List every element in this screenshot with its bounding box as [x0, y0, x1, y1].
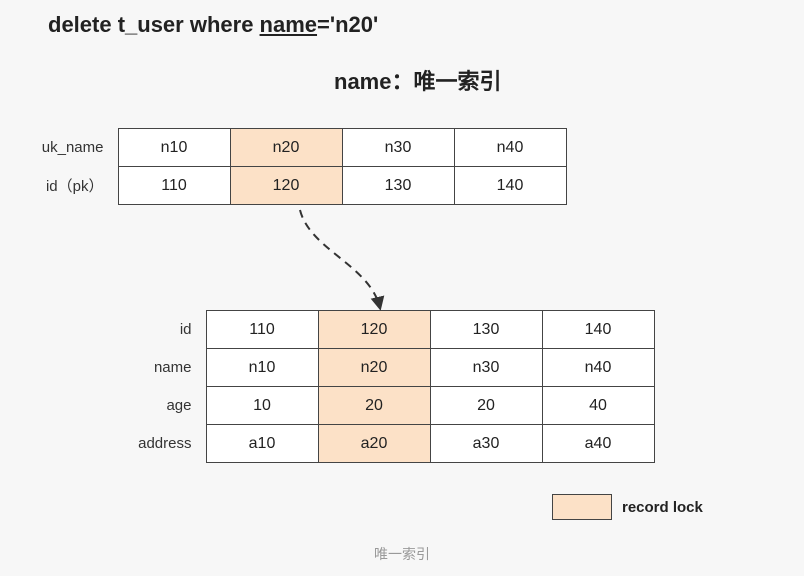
table-row: age10202040	[110, 387, 654, 425]
sql-statement: delete t_user where name='n20'	[48, 12, 378, 38]
cell: 120	[230, 167, 342, 205]
cell: n30	[342, 129, 454, 167]
subtitle: name：唯一索引	[334, 64, 501, 96]
cell: 10	[206, 387, 318, 425]
index-table-body: uk_namen10n20n30n40id（pk）110120130140	[22, 129, 566, 205]
cell: 40	[542, 387, 654, 425]
sql-suffix: ='n20'	[317, 12, 378, 37]
index-table: uk_namen10n20n30n40id（pk）110120130140	[22, 128, 567, 205]
cell: 140	[454, 167, 566, 205]
legend: record lock	[552, 494, 703, 520]
main-table: id110120130140namen10n20n30n40age1020204…	[110, 310, 655, 463]
cell: 130	[430, 311, 542, 349]
sql-prefix: delete t_user where	[48, 12, 260, 37]
cell: n40	[454, 129, 566, 167]
legend-swatch	[552, 494, 612, 520]
cell: 20	[430, 387, 542, 425]
cell: a40	[542, 425, 654, 463]
cell: 20	[318, 387, 430, 425]
cell: n10	[206, 349, 318, 387]
cell: n30	[430, 349, 542, 387]
cell: 140	[542, 311, 654, 349]
cell: 110	[118, 167, 230, 205]
row-label: age	[110, 387, 206, 425]
legend-label: record lock	[622, 499, 703, 516]
row-label: name	[110, 349, 206, 387]
row-label: id	[110, 311, 206, 349]
table-row: addressa10a20a30a40	[110, 425, 654, 463]
table-row: namen10n20n30n40	[110, 349, 654, 387]
cell: a20	[318, 425, 430, 463]
cell: n40	[542, 349, 654, 387]
cell: 130	[342, 167, 454, 205]
row-label: id（pk）	[22, 167, 118, 205]
table-row: uk_namen10n20n30n40	[22, 129, 566, 167]
cell: a30	[430, 425, 542, 463]
table-row: id110120130140	[110, 311, 654, 349]
table-row: id（pk）110120130140	[22, 167, 566, 205]
cell: n20	[318, 349, 430, 387]
main-table-body: id110120130140namen10n20n30n40age1020204…	[110, 311, 654, 463]
cell: 120	[318, 311, 430, 349]
cell: a10	[206, 425, 318, 463]
row-label: address	[110, 425, 206, 463]
cell: 110	[206, 311, 318, 349]
row-label: uk_name	[22, 129, 118, 167]
sql-field: name	[260, 12, 317, 37]
cell: n20	[230, 129, 342, 167]
cell: n10	[118, 129, 230, 167]
caption: 唯一索引	[0, 544, 804, 564]
